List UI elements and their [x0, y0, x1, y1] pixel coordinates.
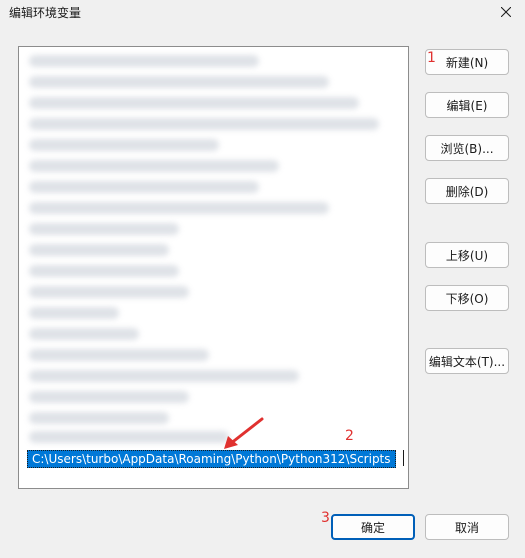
list-item-blurred[interactable]	[29, 391, 189, 403]
list-item-blurred[interactable]	[29, 307, 119, 319]
list-item-blurred[interactable]	[29, 139, 219, 151]
annotation-3: 3	[321, 510, 330, 526]
move-up-button[interactable]: 上移(U)	[425, 242, 509, 268]
title-bar: 编辑环境变量	[0, 0, 525, 26]
list-item-selected[interactable]: C:\Users\turbo\AppData\Roaming\Python\Py…	[24, 448, 407, 468]
cancel-button[interactable]: 取消	[425, 514, 509, 540]
list-item-blurred[interactable]	[29, 118, 379, 130]
annotation-2: 2	[345, 428, 354, 444]
arrow-icon	[224, 417, 264, 449]
list-item-blurred[interactable]	[29, 431, 229, 443]
new-button[interactable]: 新建(N)	[425, 49, 509, 75]
list-item-blurred[interactable]	[29, 412, 169, 424]
close-icon	[501, 7, 511, 17]
list-item-blurred[interactable]	[29, 55, 259, 67]
ok-button[interactable]: 确定	[331, 514, 415, 540]
edit-text-button[interactable]: 编辑文本(T)...	[425, 348, 509, 374]
browse-button[interactable]: 浏览(B)...	[425, 135, 509, 161]
list-item-blurred[interactable]	[29, 160, 279, 172]
list-item-blurred[interactable]	[29, 286, 189, 298]
list-item-blurred[interactable]	[29, 223, 179, 235]
list-item-blurred[interactable]	[29, 244, 169, 256]
text-caret	[403, 450, 404, 466]
path-list[interactable]: C:\Users\turbo\AppData\Roaming\Python\Py…	[18, 46, 409, 489]
list-item-blurred[interactable]	[29, 97, 359, 109]
list-item-blurred[interactable]	[29, 181, 259, 193]
list-item-blurred[interactable]	[29, 265, 179, 277]
list-item-blurred[interactable]	[29, 328, 139, 340]
list-item-blurred[interactable]	[29, 76, 329, 88]
close-button[interactable]	[493, 0, 519, 24]
list-item-blurred[interactable]	[29, 370, 299, 382]
annotation-1: 1	[427, 50, 436, 66]
delete-button[interactable]: 删除(D)	[425, 178, 509, 204]
list-item-blurred[interactable]	[29, 202, 329, 214]
list-item-blurred[interactable]	[29, 349, 209, 361]
edit-button[interactable]: 编辑(E)	[425, 92, 509, 118]
move-down-button[interactable]: 下移(O)	[425, 285, 509, 311]
selected-path-text[interactable]: C:\Users\turbo\AppData\Roaming\Python\Py…	[27, 450, 396, 468]
window-title: 编辑环境变量	[9, 6, 82, 20]
